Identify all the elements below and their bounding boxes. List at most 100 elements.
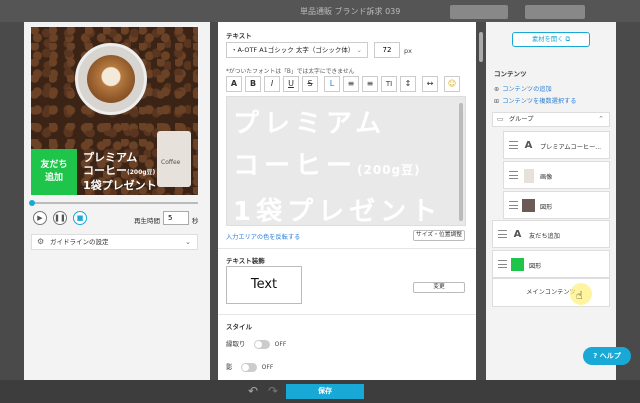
seek-knob[interactable] <box>29 200 35 206</box>
group-header[interactable]: ▭ グループ ⌃ <box>492 112 610 127</box>
outline-state: OFF <box>274 341 287 348</box>
add-content-link[interactable]: ⊕ コンテンツの追加 <box>494 84 552 93</box>
project-title: 単品通販 ブランド訴求 039 <box>300 7 401 16</box>
promo-text: プレミアム コーヒー(200g豆) 1袋プレゼント <box>83 151 157 192</box>
editor-line-2: コーヒー <box>233 151 358 181</box>
text-icon: A <box>524 140 533 151</box>
invert-color-link[interactable]: 入力エリアの色を反転する <box>226 232 300 241</box>
duration-input[interactable]: 5 <box>163 211 189 225</box>
duration-label: 再生時間 <box>134 217 160 225</box>
center-scrollbar[interactable] <box>479 32 483 62</box>
item-label: 図形 <box>540 204 553 211</box>
stop-icon[interactable]: ■ <box>73 211 87 225</box>
editor-line-2-small: (200g豆) <box>357 163 421 177</box>
list-item-text[interactable]: A プレミアムコーヒー... <box>503 131 610 159</box>
friend-add-line2: 追加 <box>44 173 63 183</box>
list-item-green-shape[interactable]: 図形 <box>492 250 610 278</box>
strikethrough-button[interactable]: S <box>302 76 318 92</box>
list-item-friend-add[interactable]: A 友だち追加 <box>492 220 610 248</box>
promo-line2-small: (200g豆) <box>127 169 156 176</box>
font-select[interactable]: ・A-OTF A1ゴシック 太字（ゴシック体） ⌄ <box>226 42 368 58</box>
friend-add-badge: 友だち 追加 <box>31 149 77 195</box>
text-icon: A <box>513 229 522 240</box>
chevron-up-icon: ⌃ <box>598 115 604 123</box>
divider <box>218 248 476 249</box>
pause-icon[interactable]: ❚❚ <box>53 211 67 225</box>
open-material-label: 素材を開く <box>532 36 564 43</box>
drag-handle-icon[interactable] <box>509 201 518 209</box>
item-label: 画像 <box>540 174 553 181</box>
drag-handle-icon[interactable] <box>498 260 507 268</box>
align-center-button[interactable]: ≡ <box>343 76 359 92</box>
redo-icon[interactable]: ↷ <box>268 384 278 398</box>
undo-icon[interactable]: ↶ <box>248 384 258 398</box>
latte-cup-image <box>75 43 147 115</box>
style-label: スタイル <box>226 323 252 331</box>
preview-panel: 友だち 追加 プレミアム コーヒー(200g豆) 1袋プレゼント Coffee … <box>24 22 210 380</box>
font-color-button[interactable]: A <box>226 76 242 92</box>
shape-icon <box>511 258 524 271</box>
top-button-2[interactable] <box>525 5 585 19</box>
divider <box>218 314 476 315</box>
outline-row: 縁取り OFF <box>226 338 286 349</box>
shadow-label: 影 <box>226 363 233 371</box>
align-left-button[interactable]: L <box>324 76 340 92</box>
bold-button[interactable]: B <box>245 76 261 92</box>
timeline-seekbar[interactable] <box>29 200 198 206</box>
line-height-button[interactable]: ↕ <box>400 76 416 92</box>
change-decoration-button[interactable]: 変更 <box>413 282 465 293</box>
add-content-label: コンテンツの追加 <box>502 86 552 93</box>
drag-handle-icon[interactable] <box>509 141 518 149</box>
underline-button[interactable]: U <box>283 76 299 92</box>
letter-spacing-button[interactable]: ↔ <box>422 76 438 92</box>
shadow-row: 影 OFF <box>226 361 273 372</box>
bag-label: Coffee <box>161 159 181 166</box>
item-label: 友だち追加 <box>529 233 560 240</box>
save-button[interactable]: 保存 <box>286 384 364 399</box>
decoration-preview[interactable]: Text <box>226 266 302 304</box>
align-right-button[interactable]: ≡ <box>362 76 378 92</box>
drag-handle-icon[interactable] <box>498 230 507 238</box>
emoji-button[interactable]: ☺ <box>444 76 460 92</box>
contents-title: コンテンツ <box>494 70 527 78</box>
promo-line1: プレミアム <box>83 151 138 164</box>
group-label: グループ <box>509 116 534 123</box>
italic-button[interactable]: I <box>264 76 280 92</box>
play-icon[interactable]: ▶ <box>33 211 47 225</box>
hand-cursor-icon: ☝ <box>576 289 583 302</box>
plus-circle-icon: ⊕ <box>494 86 500 93</box>
chevron-down-icon: ⌄ <box>356 46 362 54</box>
multi-select-label: コンテンツを複数選択する <box>502 98 577 105</box>
list-item-shape[interactable]: 図形 <box>503 191 610 219</box>
shape-icon <box>522 199 535 212</box>
editor-scrollbar[interactable] <box>459 103 463 221</box>
multi-select-link[interactable]: ⊞ コンテンツを複数選択する <box>494 96 576 105</box>
text-editor[interactable]: プレミアム コーヒー(200g豆) 1袋プレゼント <box>226 96 466 226</box>
gear-icon: ⚙ <box>37 237 45 246</box>
external-link-icon: ⧉ <box>565 36 571 43</box>
shadow-state: OFF <box>261 364 274 371</box>
font-select-value: ・A-OTF A1ゴシック 太字（ゴシック体） <box>231 46 355 54</box>
open-material-button[interactable]: 素材を開く ⧉ <box>512 32 590 47</box>
editor-line-3: 1袋プレゼント <box>233 197 443 226</box>
font-size-input[interactable]: 72 <box>374 42 400 58</box>
guideline-settings[interactable]: ⚙ ガイドラインの設定 ⌄ <box>31 234 198 250</box>
shadow-toggle[interactable] <box>240 362 257 372</box>
help-button[interactable]: ? ヘルプ <box>583 347 631 365</box>
folder-icon: ▭ <box>497 115 504 123</box>
item-label: プレミアムコーヒー... <box>540 144 602 151</box>
promo-line3: 1袋プレゼント <box>83 179 157 192</box>
promo-line2: コーヒー <box>83 164 127 177</box>
text-settings-panel: テキスト ・A-OTF A1ゴシック 太字（ゴシック体） ⌄ 72 px *がつ… <box>218 22 476 380</box>
size-position-button[interactable]: サイズ・位置調整 <box>413 230 465 241</box>
duration-unit: 秒 <box>192 217 199 225</box>
top-button-1[interactable] <box>450 5 508 19</box>
main-content-item[interactable]: メインコンテンツ <box>492 278 610 307</box>
drag-handle-icon[interactable] <box>509 171 518 179</box>
coffee-bag-image: Coffee <box>157 131 191 187</box>
text-toolbar: A B I U S L ≡ ≡ TI ↕ ↔ ☺ <box>226 76 468 92</box>
text-size-button[interactable]: TI <box>381 76 397 92</box>
list-item-image[interactable]: 画像 <box>503 161 610 189</box>
canvas-preview[interactable]: 友だち 追加 プレミアム コーヒー(200g豆) 1袋プレゼント Coffee <box>31 27 198 195</box>
outline-toggle[interactable] <box>253 339 270 349</box>
